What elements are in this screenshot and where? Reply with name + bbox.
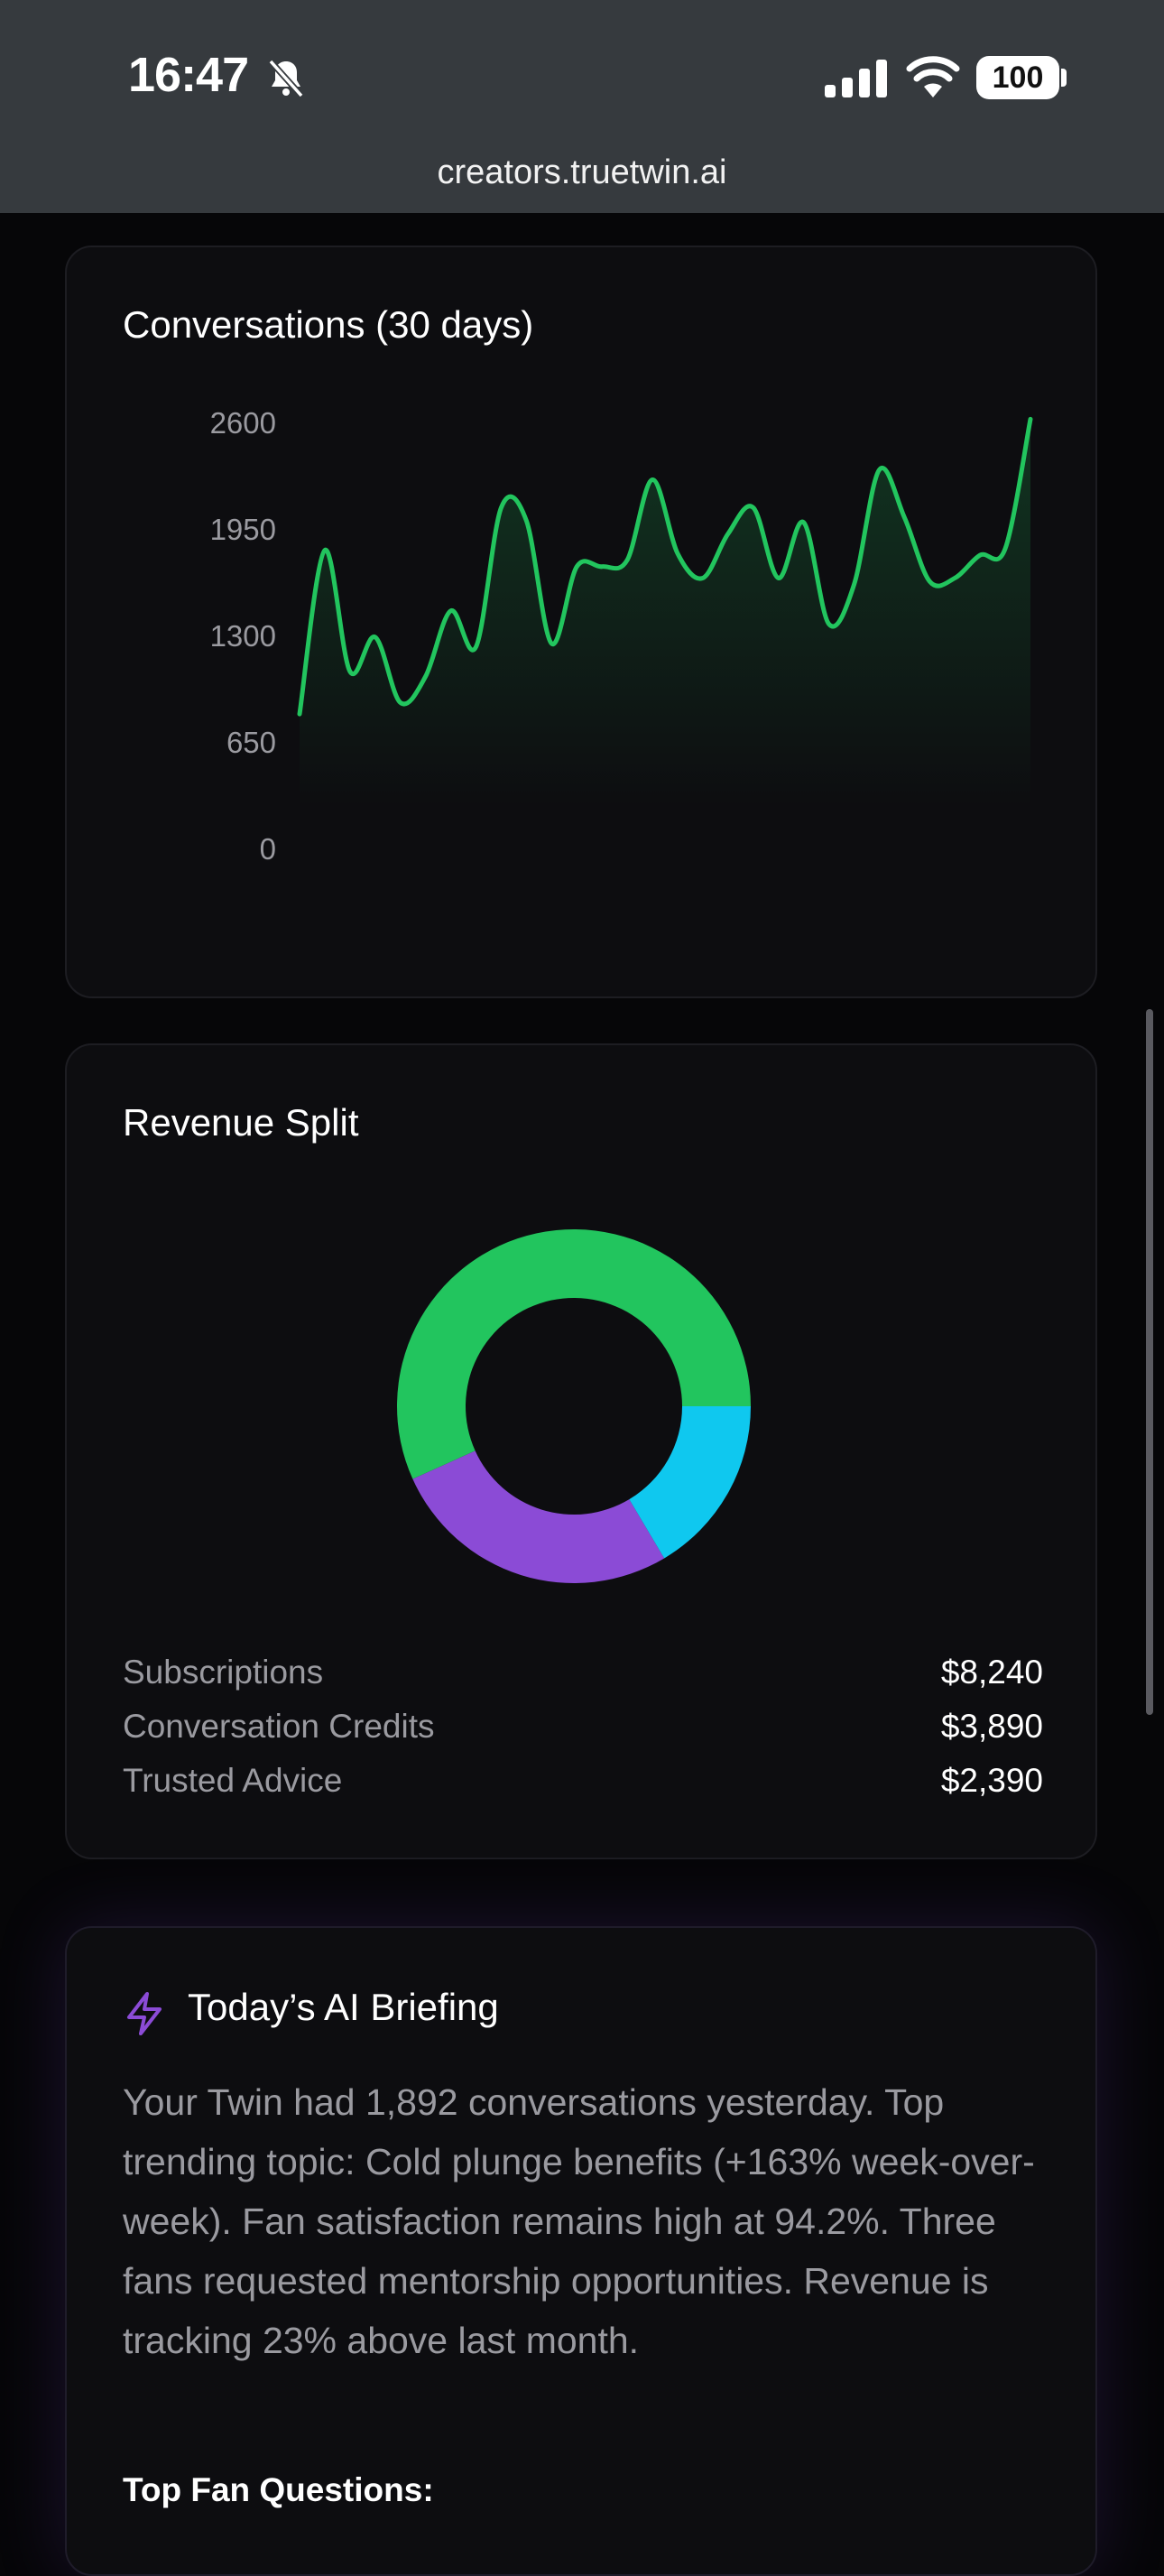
revenue-value: $2,390 — [940, 1762, 1043, 1799]
revenue-value: $8,240 — [940, 1654, 1043, 1691]
revenue-donut-chart — [396, 1229, 751, 1583]
revenue-label: Trusted Advice — [123, 1762, 343, 1799]
revenue-label: Conversation Credits — [123, 1708, 435, 1745]
y-tick-label: 2600 — [210, 406, 276, 440]
revenue-split-title: Revenue Split — [123, 1101, 359, 1144]
donut-slice-conversation-credits — [412, 1450, 665, 1583]
conversations-chart-card: Conversations (30 days) 2600 1950 1300 650 0 — [65, 246, 1097, 998]
battery-icon: 100 — [976, 56, 1059, 99]
revenue-value: $3,890 — [940, 1708, 1043, 1745]
y-tick-label: 1950 — [210, 513, 276, 546]
battery-nub — [1061, 69, 1067, 87]
y-tick-label: 650 — [226, 726, 276, 759]
browser-top-bar: 16:47 100 creators.truetwin.ai — [0, 0, 1164, 213]
url-bar[interactable]: creators.truetwin.ai — [0, 153, 1164, 192]
briefing-text: Your Twin had 1,892 conversations yester… — [123, 2081, 1035, 2361]
y-tick-label: 0 — [260, 832, 276, 866]
wifi-icon — [906, 56, 960, 97]
bell-slash-icon — [268, 59, 304, 98]
page-scrollbar[interactable] — [1146, 1009, 1153, 1715]
top-fan-questions-heading: Top Fan Questions: — [123, 2471, 434, 2508]
briefing-title: Today’s AI Briefing — [188, 1986, 499, 2028]
revenue-label: Subscriptions — [123, 1654, 324, 1691]
status-time: 16:47 — [128, 48, 249, 102]
conversations-chart: 2600 1950 1300 650 0 — [210, 406, 1033, 866]
revenue-row-trusted-advice: Trusted Advice $2,390 — [123, 1762, 1043, 1812]
revenue-row-conversation-credits: Conversation Credits $3,890 — [123, 1708, 1043, 1758]
cellular-signal-icon — [825, 60, 887, 97]
conversations-area — [300, 419, 1030, 807]
ai-briefing-card: Today’s AI Briefing Your Twin had 1,892 … — [65, 1926, 1097, 2576]
revenue-split-card: Revenue Split Subscriptions $8,240 Conve… — [65, 1043, 1097, 1859]
revenue-row-subscriptions: Subscriptions $8,240 — [123, 1654, 1043, 1704]
y-tick-label: 1300 — [210, 619, 276, 653]
lightning-bolt-icon — [127, 1992, 162, 2035]
